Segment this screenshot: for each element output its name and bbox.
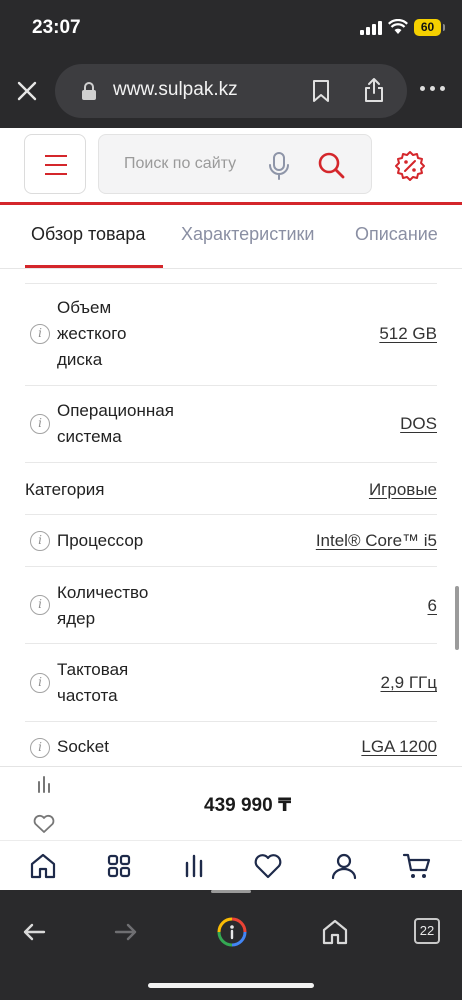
info-icon[interactable]: i xyxy=(30,414,50,434)
tabs-icon[interactable]: 22 xyxy=(414,918,440,944)
spec-value[interactable]: LGA 1200 xyxy=(361,734,437,760)
tabs-divider xyxy=(0,268,462,269)
info-icon[interactable]: i xyxy=(30,531,50,551)
row-divider xyxy=(25,514,437,515)
menu-button[interactable] xyxy=(24,134,86,194)
row-divider xyxy=(25,721,437,722)
info-icon[interactable]: i xyxy=(30,595,50,615)
cart-icon[interactable] xyxy=(402,851,432,881)
spec-value[interactable]: 6 xyxy=(428,593,437,619)
spec-label: Категория xyxy=(25,480,105,499)
forward-arrow-icon[interactable] xyxy=(112,918,140,946)
home-indicator xyxy=(148,983,314,988)
row-divider xyxy=(25,283,437,284)
info-icon[interactable]: i xyxy=(30,324,50,344)
spec-label: Процессор xyxy=(57,531,144,550)
scrollbar[interactable] xyxy=(455,586,459,650)
tab-description[interactable]: Описание xyxy=(355,224,438,245)
tab-overview[interactable]: Обзор товара xyxy=(31,224,145,245)
bookmark-icon[interactable] xyxy=(311,79,331,103)
bottom-navigation xyxy=(0,840,462,890)
lock-icon xyxy=(82,82,96,100)
price-bar: 439 990 ₸ xyxy=(0,766,462,840)
header-divider xyxy=(0,202,462,205)
home-icon[interactable] xyxy=(321,918,349,946)
compare-icon[interactable] xyxy=(179,851,209,881)
battery-indicator: 60 xyxy=(414,19,445,36)
wifi-icon xyxy=(388,19,408,34)
heart-icon[interactable] xyxy=(33,814,55,834)
spec-value[interactable]: 512 GB xyxy=(379,321,437,347)
spec-value[interactable]: Игровые xyxy=(369,477,437,503)
search-placeholder: Поиск по сайту xyxy=(124,155,237,172)
microphone-icon[interactable] xyxy=(268,152,290,180)
google-lens-icon[interactable] xyxy=(216,916,248,948)
more-options-icon[interactable] xyxy=(420,86,446,94)
toolbar-handle xyxy=(211,890,251,893)
heart-icon[interactable] xyxy=(253,851,283,881)
search-icon[interactable] xyxy=(317,151,345,179)
share-icon[interactable] xyxy=(363,77,385,103)
row-divider xyxy=(25,385,437,386)
product-price: 439 990 ₸ xyxy=(204,795,292,816)
spec-label: Количество ядер xyxy=(57,583,149,628)
spec-value[interactable]: DOS xyxy=(400,411,437,437)
url-text: www.sulpak.kz xyxy=(113,79,238,100)
browser-chrome: 23:07 60 www.sulpak.kz xyxy=(0,0,462,128)
info-icon[interactable]: i xyxy=(30,673,50,693)
spec-value[interactable]: Intel® Core™ i5 xyxy=(316,528,437,554)
back-arrow-icon[interactable] xyxy=(20,918,48,946)
discount-badge-icon[interactable] xyxy=(394,150,426,182)
row-divider xyxy=(25,566,437,567)
compare-icon[interactable] xyxy=(37,776,51,793)
address-bar[interactable]: www.sulpak.kz xyxy=(55,64,407,118)
status-bar: 23:07 60 xyxy=(0,0,462,56)
spec-label: Операционная система xyxy=(57,401,174,446)
row-divider xyxy=(25,462,437,463)
home-icon[interactable] xyxy=(28,851,58,881)
spec-label: Socket xyxy=(57,737,109,756)
cellular-signal-icon xyxy=(360,21,384,35)
search-input[interactable]: Поиск по сайту xyxy=(98,134,372,194)
spec-value[interactable]: 2,9 ГГц xyxy=(380,670,437,696)
browser-toolbar: 22 xyxy=(0,890,462,1000)
catalog-grid-icon[interactable] xyxy=(104,851,134,881)
status-time: 23:07 xyxy=(32,17,81,38)
close-icon[interactable] xyxy=(16,80,38,102)
spec-label: Тактовая частота xyxy=(57,660,129,705)
row-divider xyxy=(25,643,437,644)
tab-specifications[interactable]: Характеристики xyxy=(181,224,314,245)
profile-icon[interactable] xyxy=(329,851,359,881)
info-icon[interactable]: i xyxy=(30,738,50,758)
spec-label: Объем жесткого диска xyxy=(57,298,127,369)
